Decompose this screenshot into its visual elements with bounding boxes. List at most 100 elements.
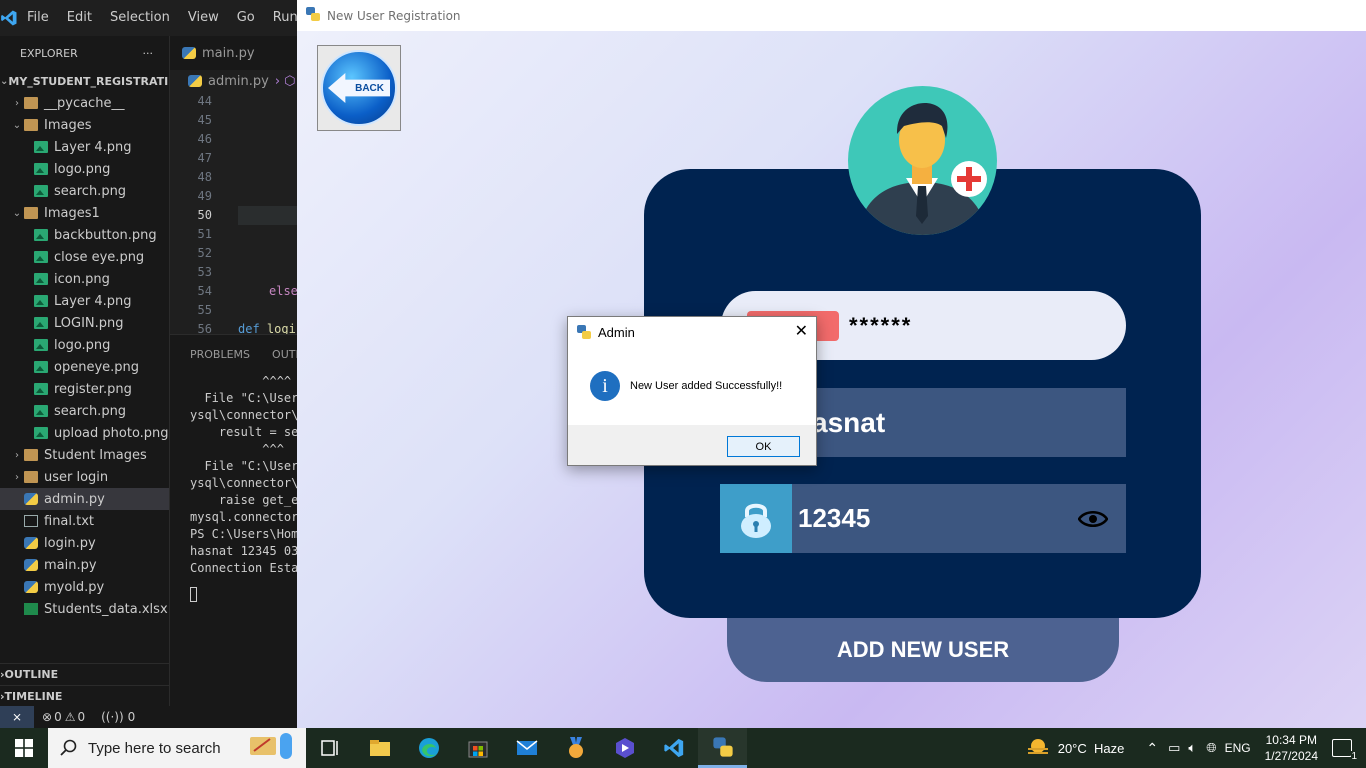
image-file-icon (34, 361, 48, 373)
project-root[interactable]: ⌄ MY_STUDENT_REGISTRATI... (0, 70, 169, 92)
clipchamp-icon[interactable] (600, 728, 649, 768)
folder-item[interactable]: › user login (0, 466, 169, 488)
file-item[interactable]: Students_data.xlsx (0, 598, 169, 620)
clock[interactable]: 10:34 PM 1/27/2024 (1265, 732, 1318, 764)
file-item[interactable]: login.py (0, 532, 169, 554)
file-item[interactable]: register.png (0, 378, 169, 400)
menu-selection[interactable]: Selection (101, 0, 179, 36)
menu-go[interactable]: Go (228, 0, 264, 36)
warning-icon: ⚠ (64, 710, 76, 724)
python-taskbar-icon[interactable] (698, 728, 747, 768)
file-item[interactable]: admin.py (0, 488, 169, 510)
terminal-line: Connection Esta (190, 561, 299, 575)
current-line-highlight (238, 206, 297, 225)
terminal-line: mysql.connector (190, 510, 299, 524)
folder-item[interactable]: ⌄ Images (0, 114, 169, 136)
outline-section[interactable]: › OUTLINE (0, 663, 169, 685)
terminal-output[interactable]: ^^^^ File "C:\Users ysql\connector\ resul… (170, 373, 306, 577)
password-value: ****** (849, 312, 913, 338)
dialog-footer: OK (568, 425, 816, 465)
project-name: MY_STUDENT_REGISTRATI... (8, 74, 169, 88)
breadcrumb-file[interactable]: admin.py (208, 74, 269, 89)
tab-main-py[interactable]: main.py (202, 46, 255, 61)
back-button[interactable]: BACK (317, 45, 401, 131)
file-item[interactable]: backbutton.png (0, 224, 169, 246)
image-file-icon (34, 295, 48, 307)
terminal-line: ^^^ (190, 442, 284, 456)
menu-edit[interactable]: Edit (58, 0, 101, 36)
show-password-eye-icon[interactable] (1078, 509, 1108, 529)
tree-item-label: icon.png (54, 271, 110, 287)
error-count[interactable]: 0 (54, 710, 62, 724)
ports-count[interactable]: 0 (128, 710, 136, 724)
mail-icon[interactable] (502, 728, 551, 768)
python-app-icon (305, 6, 321, 25)
vscode-taskbar-icon[interactable] (649, 728, 698, 768)
tree-item-label: Student Images (44, 447, 147, 463)
battery-icon[interactable]: ▭ (1168, 740, 1180, 756)
file-item[interactable]: icon.png (0, 268, 169, 290)
task-view-icon[interactable] (306, 728, 355, 768)
folder-item[interactable]: › Student Images (0, 444, 169, 466)
globe-network-icon[interactable]: 🌐︎ (1206, 740, 1216, 756)
file-explorer-icon[interactable] (355, 728, 404, 768)
menu-file[interactable]: File (18, 0, 58, 36)
add-new-user-button[interactable]: ADD NEW USER (727, 618, 1119, 682)
tree-item-label: close eye.png (54, 249, 145, 265)
chevron-down-icon: ⌄ (12, 207, 22, 219)
terminal-line: hasnat 12345 03 (190, 544, 299, 558)
chevron-up-icon[interactable]: ⌃ (1146, 740, 1158, 757)
rewards-medal-icon[interactable] (551, 728, 600, 768)
file-item[interactable]: search.png (0, 400, 169, 422)
vscode-titlebar: File Edit Selection View Go Run (0, 0, 298, 36)
panel-tabs: PROBLEMS OUTPU (170, 335, 310, 373)
tree-item-label: register.png (54, 381, 132, 397)
file-item[interactable]: final.txt (0, 510, 169, 532)
weather-text[interactable]: 20°C Haze (1058, 741, 1125, 756)
pin-value: 12345 (798, 503, 871, 533)
folder-item[interactable]: ⌄ Images1 (0, 202, 169, 224)
image-file-icon (34, 229, 48, 241)
notification-icon[interactable]: 1 (1332, 739, 1357, 762)
file-item[interactable]: myold.py (0, 576, 169, 598)
timeline-section[interactable]: › TIMELINE (0, 685, 169, 707)
folder-item[interactable]: › __pycache__ (0, 92, 169, 114)
pin-field[interactable]: 12345 (720, 484, 1126, 553)
menu-view[interactable]: View (179, 0, 228, 36)
chevron-right-icon: › (15, 449, 19, 461)
file-item[interactable]: openeye.png (0, 356, 169, 378)
python-app-icon (577, 325, 591, 339)
tree-item-label: Layer 4.png (54, 139, 132, 155)
language-indicator[interactable]: ENG (1225, 741, 1251, 755)
explorer-more-icon[interactable]: ··· (143, 47, 154, 60)
file-item[interactable]: Layer 4.png (0, 290, 169, 312)
line-number: 52 (197, 246, 212, 260)
file-item[interactable]: close eye.png (0, 246, 169, 268)
vscode-logo-icon (0, 0, 18, 36)
tree-item-label: LOGIN.png (54, 315, 124, 331)
file-item[interactable]: logo.png (0, 158, 169, 180)
image-file-icon (34, 405, 48, 417)
volume-icon[interactable]: 🔈︎ (1188, 740, 1196, 756)
file-item[interactable]: LOGIN.png (0, 312, 169, 334)
microsoft-store-icon[interactable] (453, 728, 502, 768)
file-item[interactable]: upload photo.png (0, 422, 169, 444)
tab-problems[interactable]: PROBLEMS (190, 348, 250, 361)
ok-button[interactable]: OK (727, 436, 800, 457)
close-icon[interactable]: ✕ (795, 321, 808, 341)
edge-browser-icon[interactable] (404, 728, 453, 768)
file-item[interactable]: main.py (0, 554, 169, 576)
weather-haze-icon[interactable] (1026, 737, 1050, 760)
windows-start-icon[interactable] (0, 728, 48, 768)
system-tray: 20°C Haze ⌃ ▭ 🔈︎ 🌐︎ ENG 10:34 PM 1/27/20… (1026, 728, 1366, 768)
file-item[interactable]: logo.png (0, 334, 169, 356)
taskbar-search-input[interactable]: Type here to search (48, 728, 306, 768)
tree-item-label: Images1 (44, 205, 100, 221)
warning-count[interactable]: 0 (77, 710, 85, 724)
vscode-menubar: File Edit Selection View Go Run (18, 0, 307, 36)
file-item[interactable]: Layer 4.png (0, 136, 169, 158)
code-editor[interactable]: main.py admin.py › ⬡ 44 45 46 47 48 49 50 51 52 5… (170, 36, 298, 336)
file-item[interactable]: search.png (0, 180, 169, 202)
remote-icon[interactable]: ⨯ (0, 706, 34, 728)
lock-icon (720, 484, 792, 553)
